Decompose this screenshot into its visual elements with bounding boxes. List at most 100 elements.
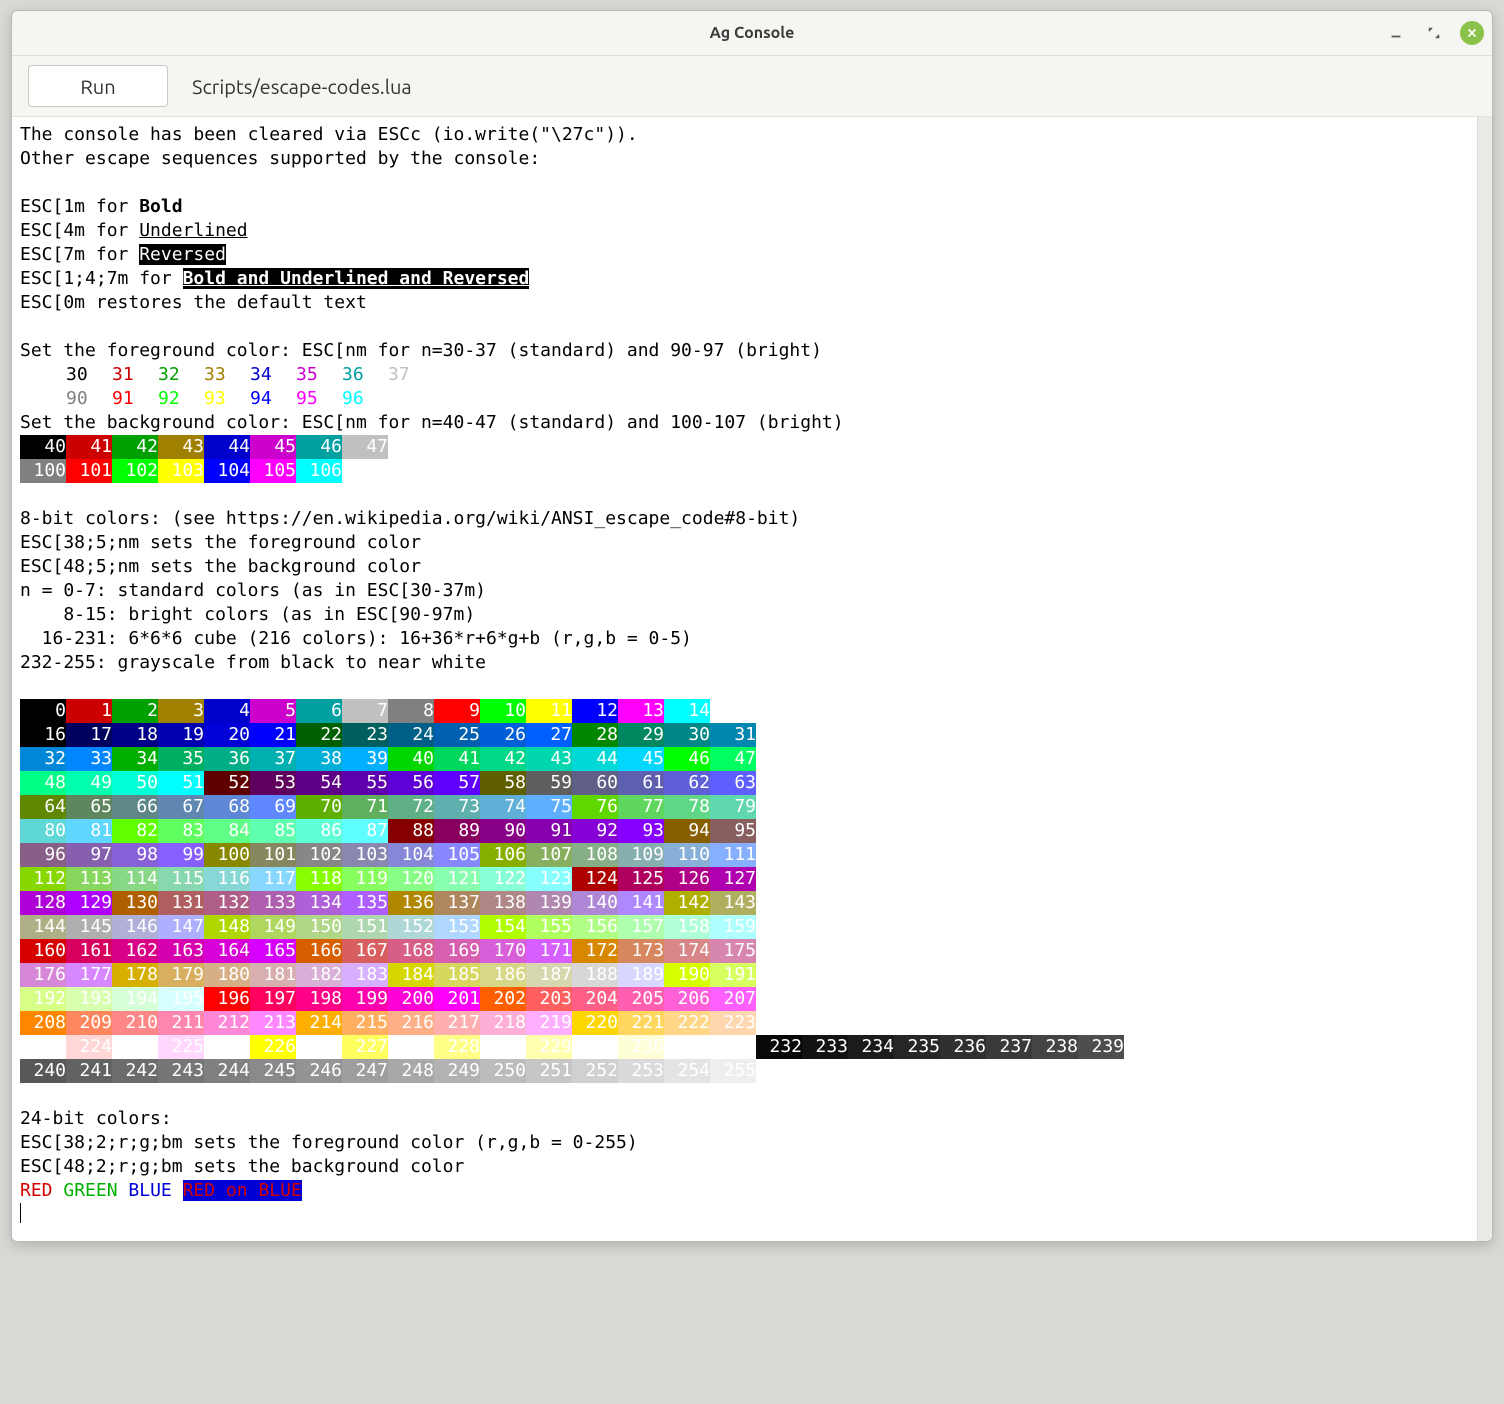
- color-cell: 136: [388, 891, 434, 915]
- fg-swatch: 96: [318, 387, 364, 411]
- color-cell: 134: [296, 891, 342, 915]
- color-cell: 26: [480, 723, 526, 747]
- color-cell: 124: [572, 867, 618, 891]
- color-cell: 107: [526, 843, 572, 867]
- fg-swatch: 37: [364, 363, 410, 387]
- color-cell: 197: [250, 987, 296, 1011]
- color-cell: 238: [1032, 1035, 1078, 1059]
- color-cell: 163: [158, 939, 204, 963]
- color-cell: 242: [112, 1059, 158, 1083]
- fg-swatch: 94: [226, 387, 272, 411]
- color-cell: 29: [618, 723, 664, 747]
- color-cell: 229: [526, 1035, 572, 1059]
- color-cell: 255: [710, 1059, 756, 1083]
- fg-swatch: 31: [88, 363, 134, 387]
- toolbar: Run Scripts/escape-codes.lua: [12, 56, 1492, 117]
- color-cell: 144: [20, 915, 66, 939]
- color-cell: 7: [342, 699, 388, 723]
- color-cell: 146: [112, 915, 158, 939]
- color-cell: 2: [112, 699, 158, 723]
- color-grid-row: 9697989910010110210310410510610710810911…: [20, 843, 1469, 867]
- color-cell: 115: [158, 867, 204, 891]
- bg-swatch: 40: [20, 435, 66, 459]
- fg-swatch: 33: [180, 363, 226, 387]
- color-cell: 213: [250, 1011, 296, 1035]
- color-cell: 206: [664, 987, 710, 1011]
- color-cell: 112: [20, 867, 66, 891]
- color-cell: 118: [296, 867, 342, 891]
- color-cell: 75: [526, 795, 572, 819]
- color-cell-blank: [296, 1035, 342, 1059]
- close-icon[interactable]: [1460, 21, 1484, 45]
- bg-swatch: 104: [204, 459, 250, 483]
- color-cell: 46: [664, 747, 710, 771]
- color-cell: 34: [112, 747, 158, 771]
- color-grid-row: 2402412422432442452462472482492502512522…: [20, 1059, 1469, 1083]
- color-cell: 208: [20, 1011, 66, 1035]
- color-cell: 214: [296, 1011, 342, 1035]
- color-cell: 186: [480, 963, 526, 987]
- color-cell: 220: [572, 1011, 618, 1035]
- color-cell: 72: [388, 795, 434, 819]
- color-cell: 230: [618, 1035, 664, 1059]
- color-cell: 198: [296, 987, 342, 1011]
- color-cell: 36: [204, 747, 250, 771]
- color-cell: 187: [526, 963, 572, 987]
- color-cell: 91: [526, 819, 572, 843]
- color-cell: 101: [250, 843, 296, 867]
- color-cell: 165: [250, 939, 296, 963]
- color-cell: 251: [526, 1059, 572, 1083]
- console-output[interactable]: The console has been cleared via ESCc (i…: [12, 117, 1477, 1241]
- color-cell: 162: [112, 939, 158, 963]
- color-cell: 65: [66, 795, 112, 819]
- color-cell: 6: [296, 699, 342, 723]
- color-cell: 166: [296, 939, 342, 963]
- color-grid-row: 1921931941951961971981992002012022032042…: [20, 987, 1469, 1011]
- color-cell: 226: [250, 1035, 296, 1059]
- color-cell: 176: [20, 963, 66, 987]
- color-cell: 241: [66, 1059, 112, 1083]
- color-cell: 194: [112, 987, 158, 1011]
- fg-swatch: 32: [134, 363, 180, 387]
- color-cell: 237: [986, 1035, 1032, 1059]
- run-button[interactable]: Run: [28, 65, 168, 107]
- color-cell: 224: [66, 1035, 112, 1059]
- color-cell: 53: [250, 771, 296, 795]
- color-cell: 178: [112, 963, 158, 987]
- color-cell: 127: [710, 867, 756, 891]
- bg-swatch: 47: [342, 435, 388, 459]
- color-cell-blank: [480, 1035, 526, 1059]
- maximize-icon[interactable]: [1422, 21, 1446, 45]
- color-grid-row: 16171819202122232425262728293031: [20, 723, 1469, 747]
- fg-swatch: 95: [272, 387, 318, 411]
- color-cell: 196: [204, 987, 250, 1011]
- color-cell: 89: [434, 819, 480, 843]
- color-cell: 0: [20, 699, 66, 723]
- color-cell: 54: [296, 771, 342, 795]
- color-cell: 1: [66, 699, 112, 723]
- color-cell: 205: [618, 987, 664, 1011]
- bg-swatch: 41: [66, 435, 112, 459]
- color-cell: 222: [664, 1011, 710, 1035]
- color-cell: 240: [20, 1059, 66, 1083]
- color-cell: 62: [664, 771, 710, 795]
- color-grid-row: 80818283848586878889909192939495: [20, 819, 1469, 843]
- color-cell-blank: [204, 1035, 250, 1059]
- color-cell: 51: [158, 771, 204, 795]
- color-cell: 20: [204, 723, 250, 747]
- color-cell: 135: [342, 891, 388, 915]
- minimize-icon[interactable]: [1384, 21, 1408, 45]
- color-cell: 233: [802, 1035, 848, 1059]
- color-grid-row: 48495051525354555657585960616263: [20, 771, 1469, 795]
- color-cell: 155: [526, 915, 572, 939]
- color-grid-row: 1281291301311321331341351361371381391401…: [20, 891, 1469, 915]
- color-cell: 215: [342, 1011, 388, 1035]
- color-cell: 189: [618, 963, 664, 987]
- sample-rgb-red-on-blue: RED on BLUE: [183, 1180, 302, 1201]
- color-cell: 221: [618, 1011, 664, 1035]
- fg-swatch: 97: [364, 387, 410, 411]
- scrollbar[interactable]: [1477, 117, 1492, 1241]
- color-grid-row: 224 225 226 227 228 229 230 231232233234…: [20, 1035, 1469, 1059]
- color-cell: 223: [710, 1011, 756, 1035]
- color-cell: 63: [710, 771, 756, 795]
